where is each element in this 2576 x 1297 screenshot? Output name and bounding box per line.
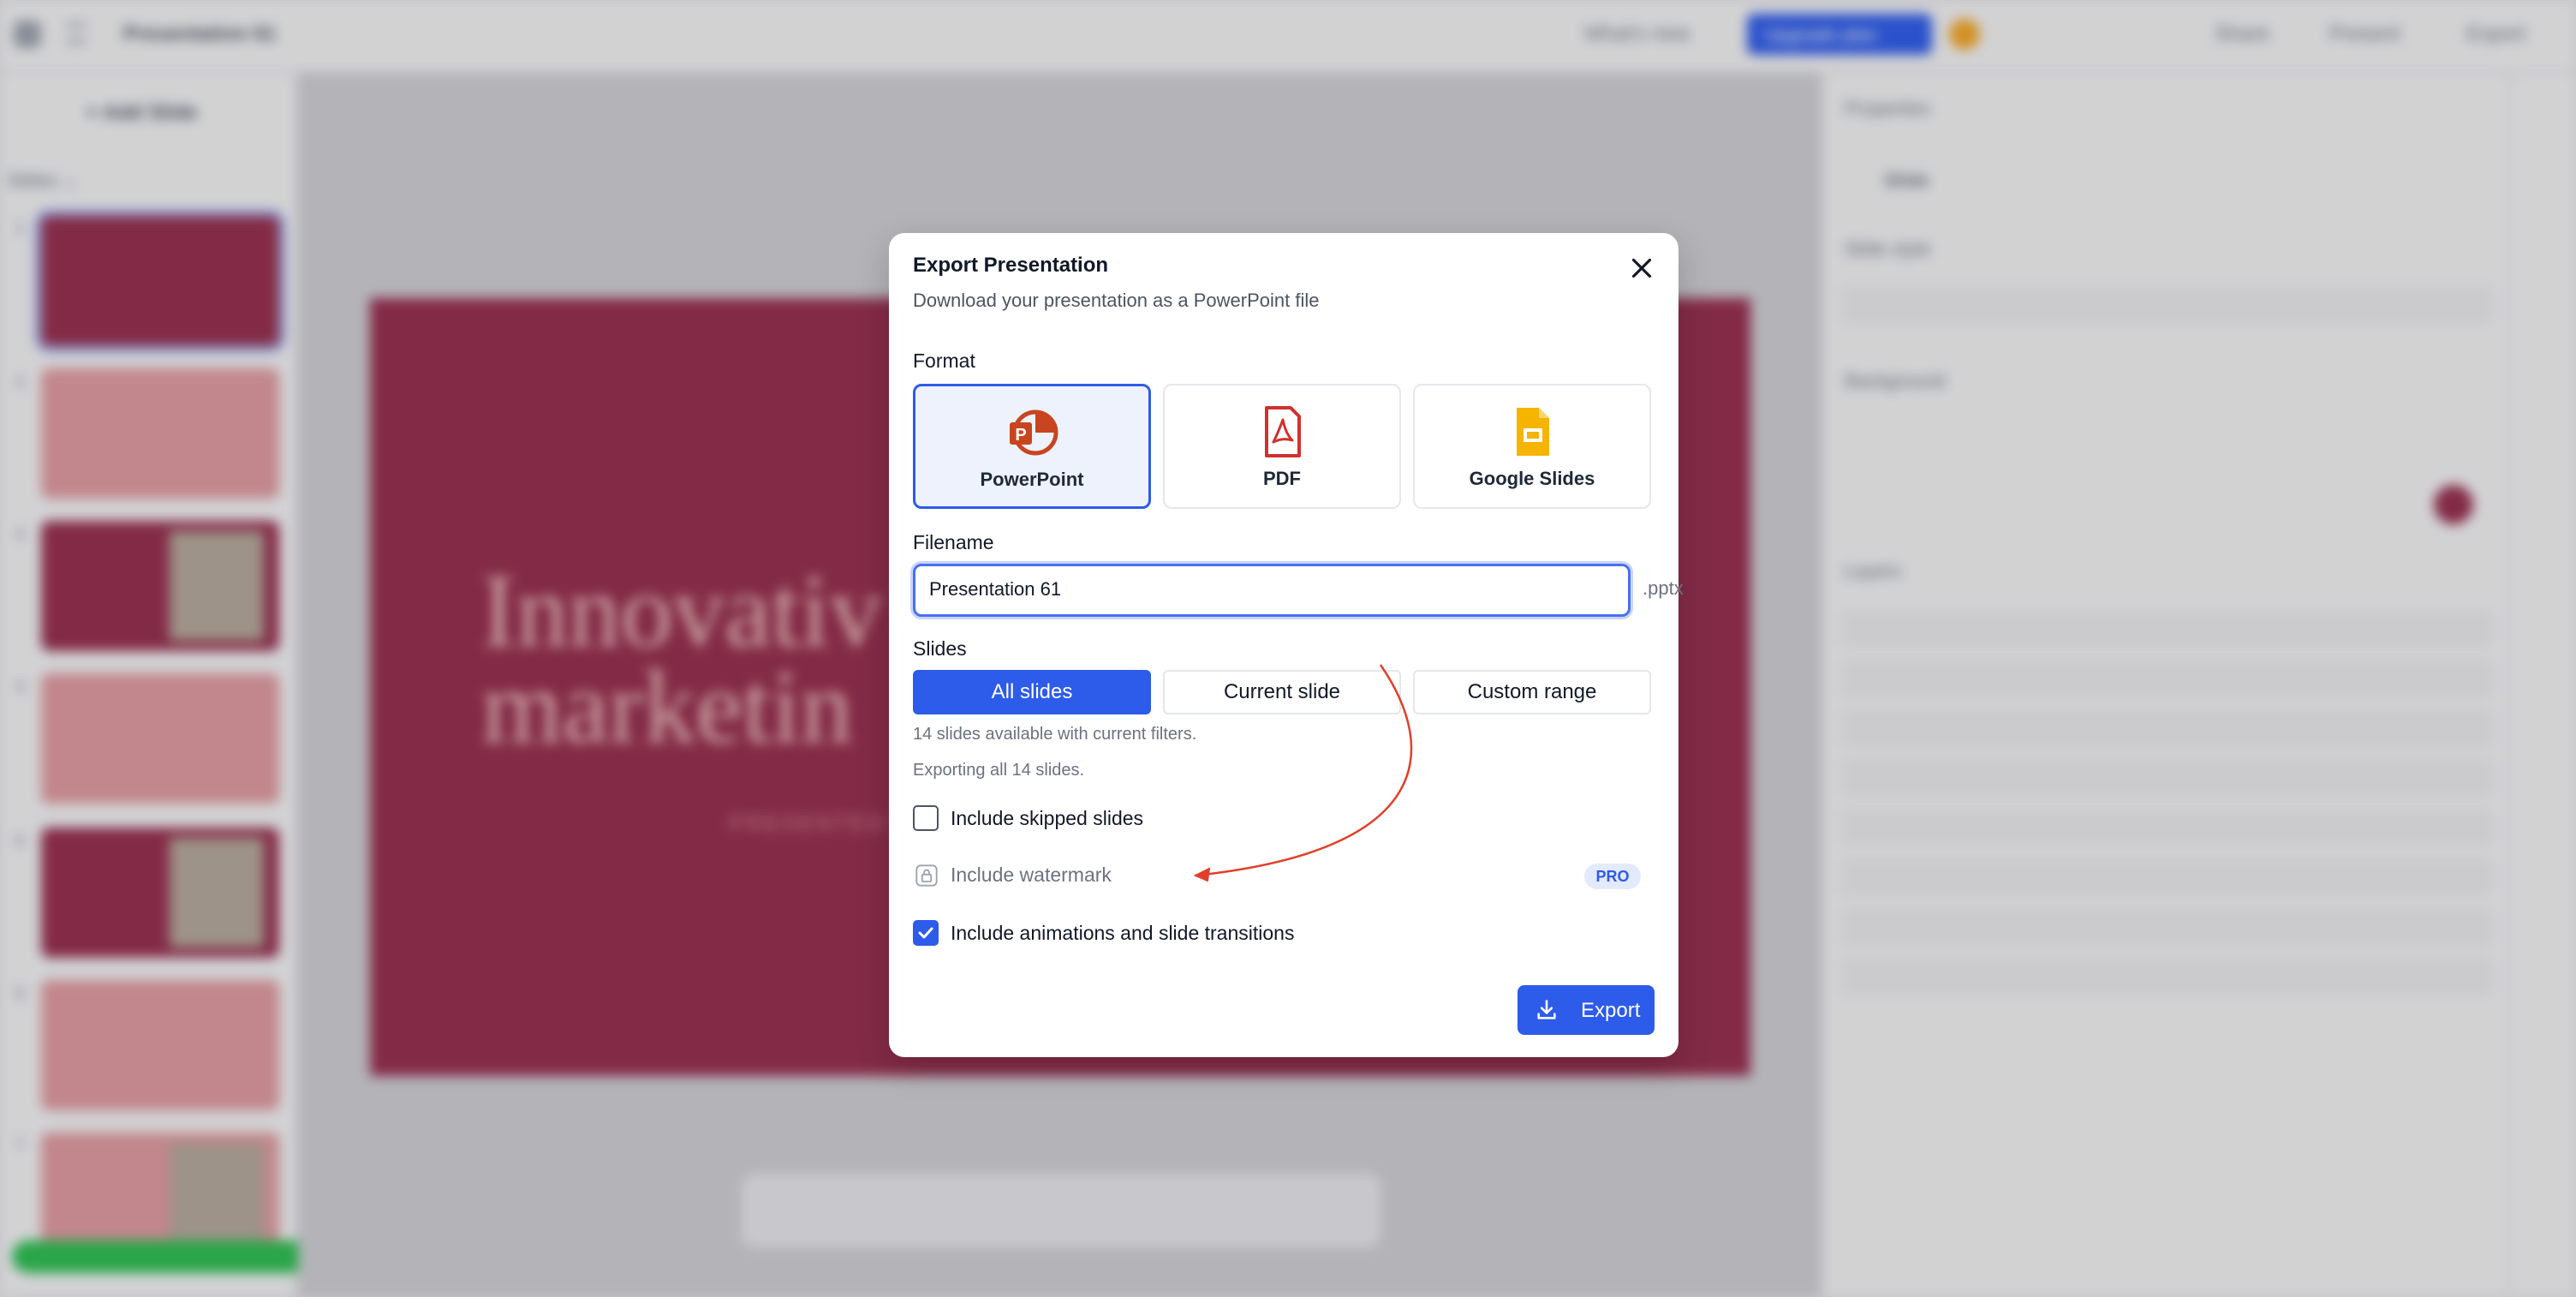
- file-extension: .pptx: [1643, 577, 1684, 599]
- available-note: 14 slides available with current filters…: [913, 725, 1197, 744]
- include-skipped-label[interactable]: Include skipped slides: [951, 807, 1143, 830]
- filename-input[interactable]: [929, 578, 1597, 601]
- include-animations-checkbox[interactable]: [913, 920, 939, 946]
- slides-label: Slides: [913, 637, 967, 660]
- option-custom-range[interactable]: Custom range: [1413, 670, 1651, 714]
- format-google-slides[interactable]: Google Slides: [1413, 384, 1651, 509]
- pro-badge: PRO: [1584, 864, 1641, 889]
- svg-text:P: P: [1015, 426, 1026, 445]
- export-button-label: Export: [1581, 999, 1641, 1022]
- format-name: Google Slides: [1469, 468, 1595, 489]
- include-skipped-checkbox[interactable]: [913, 805, 939, 831]
- filename-field[interactable]: [913, 564, 1631, 617]
- filename-label: Filename: [913, 531, 994, 553]
- pdf-icon: [1265, 406, 1301, 457]
- powerpoint-icon: P: [1010, 409, 1058, 456]
- export-button[interactable]: Export: [1518, 985, 1655, 1035]
- format-powerpoint[interactable]: P PowerPoint: [913, 384, 1151, 509]
- close-icon: [1631, 258, 1652, 278]
- format-label: Format: [913, 350, 975, 372]
- include-animations-label[interactable]: Include animations and slide transitions: [951, 922, 1294, 945]
- format-pdf[interactable]: PDF: [1163, 384, 1401, 509]
- format-name: PowerPoint: [980, 469, 1084, 490]
- dialog-title: Export Presentation: [913, 254, 1109, 277]
- export-dialog: Export Presentation Download your presen…: [889, 233, 1684, 1057]
- include-watermark-label: Include watermark: [951, 864, 1112, 886]
- lock-icon: [915, 864, 938, 887]
- checkmark-icon: [918, 927, 933, 939]
- close-button[interactable]: [1625, 252, 1658, 284]
- option-current-slide[interactable]: Current slide: [1163, 670, 1401, 714]
- format-name: PDF: [1263, 468, 1301, 489]
- exporting-note: Exporting all 14 slides.: [913, 761, 1085, 780]
- option-all-slides[interactable]: All slides: [913, 670, 1151, 714]
- google-slides-icon: [1517, 408, 1549, 456]
- download-icon: [1537, 1000, 1556, 1019]
- dialog-subtitle: Download your presentation as a PowerPoi…: [913, 290, 1320, 311]
